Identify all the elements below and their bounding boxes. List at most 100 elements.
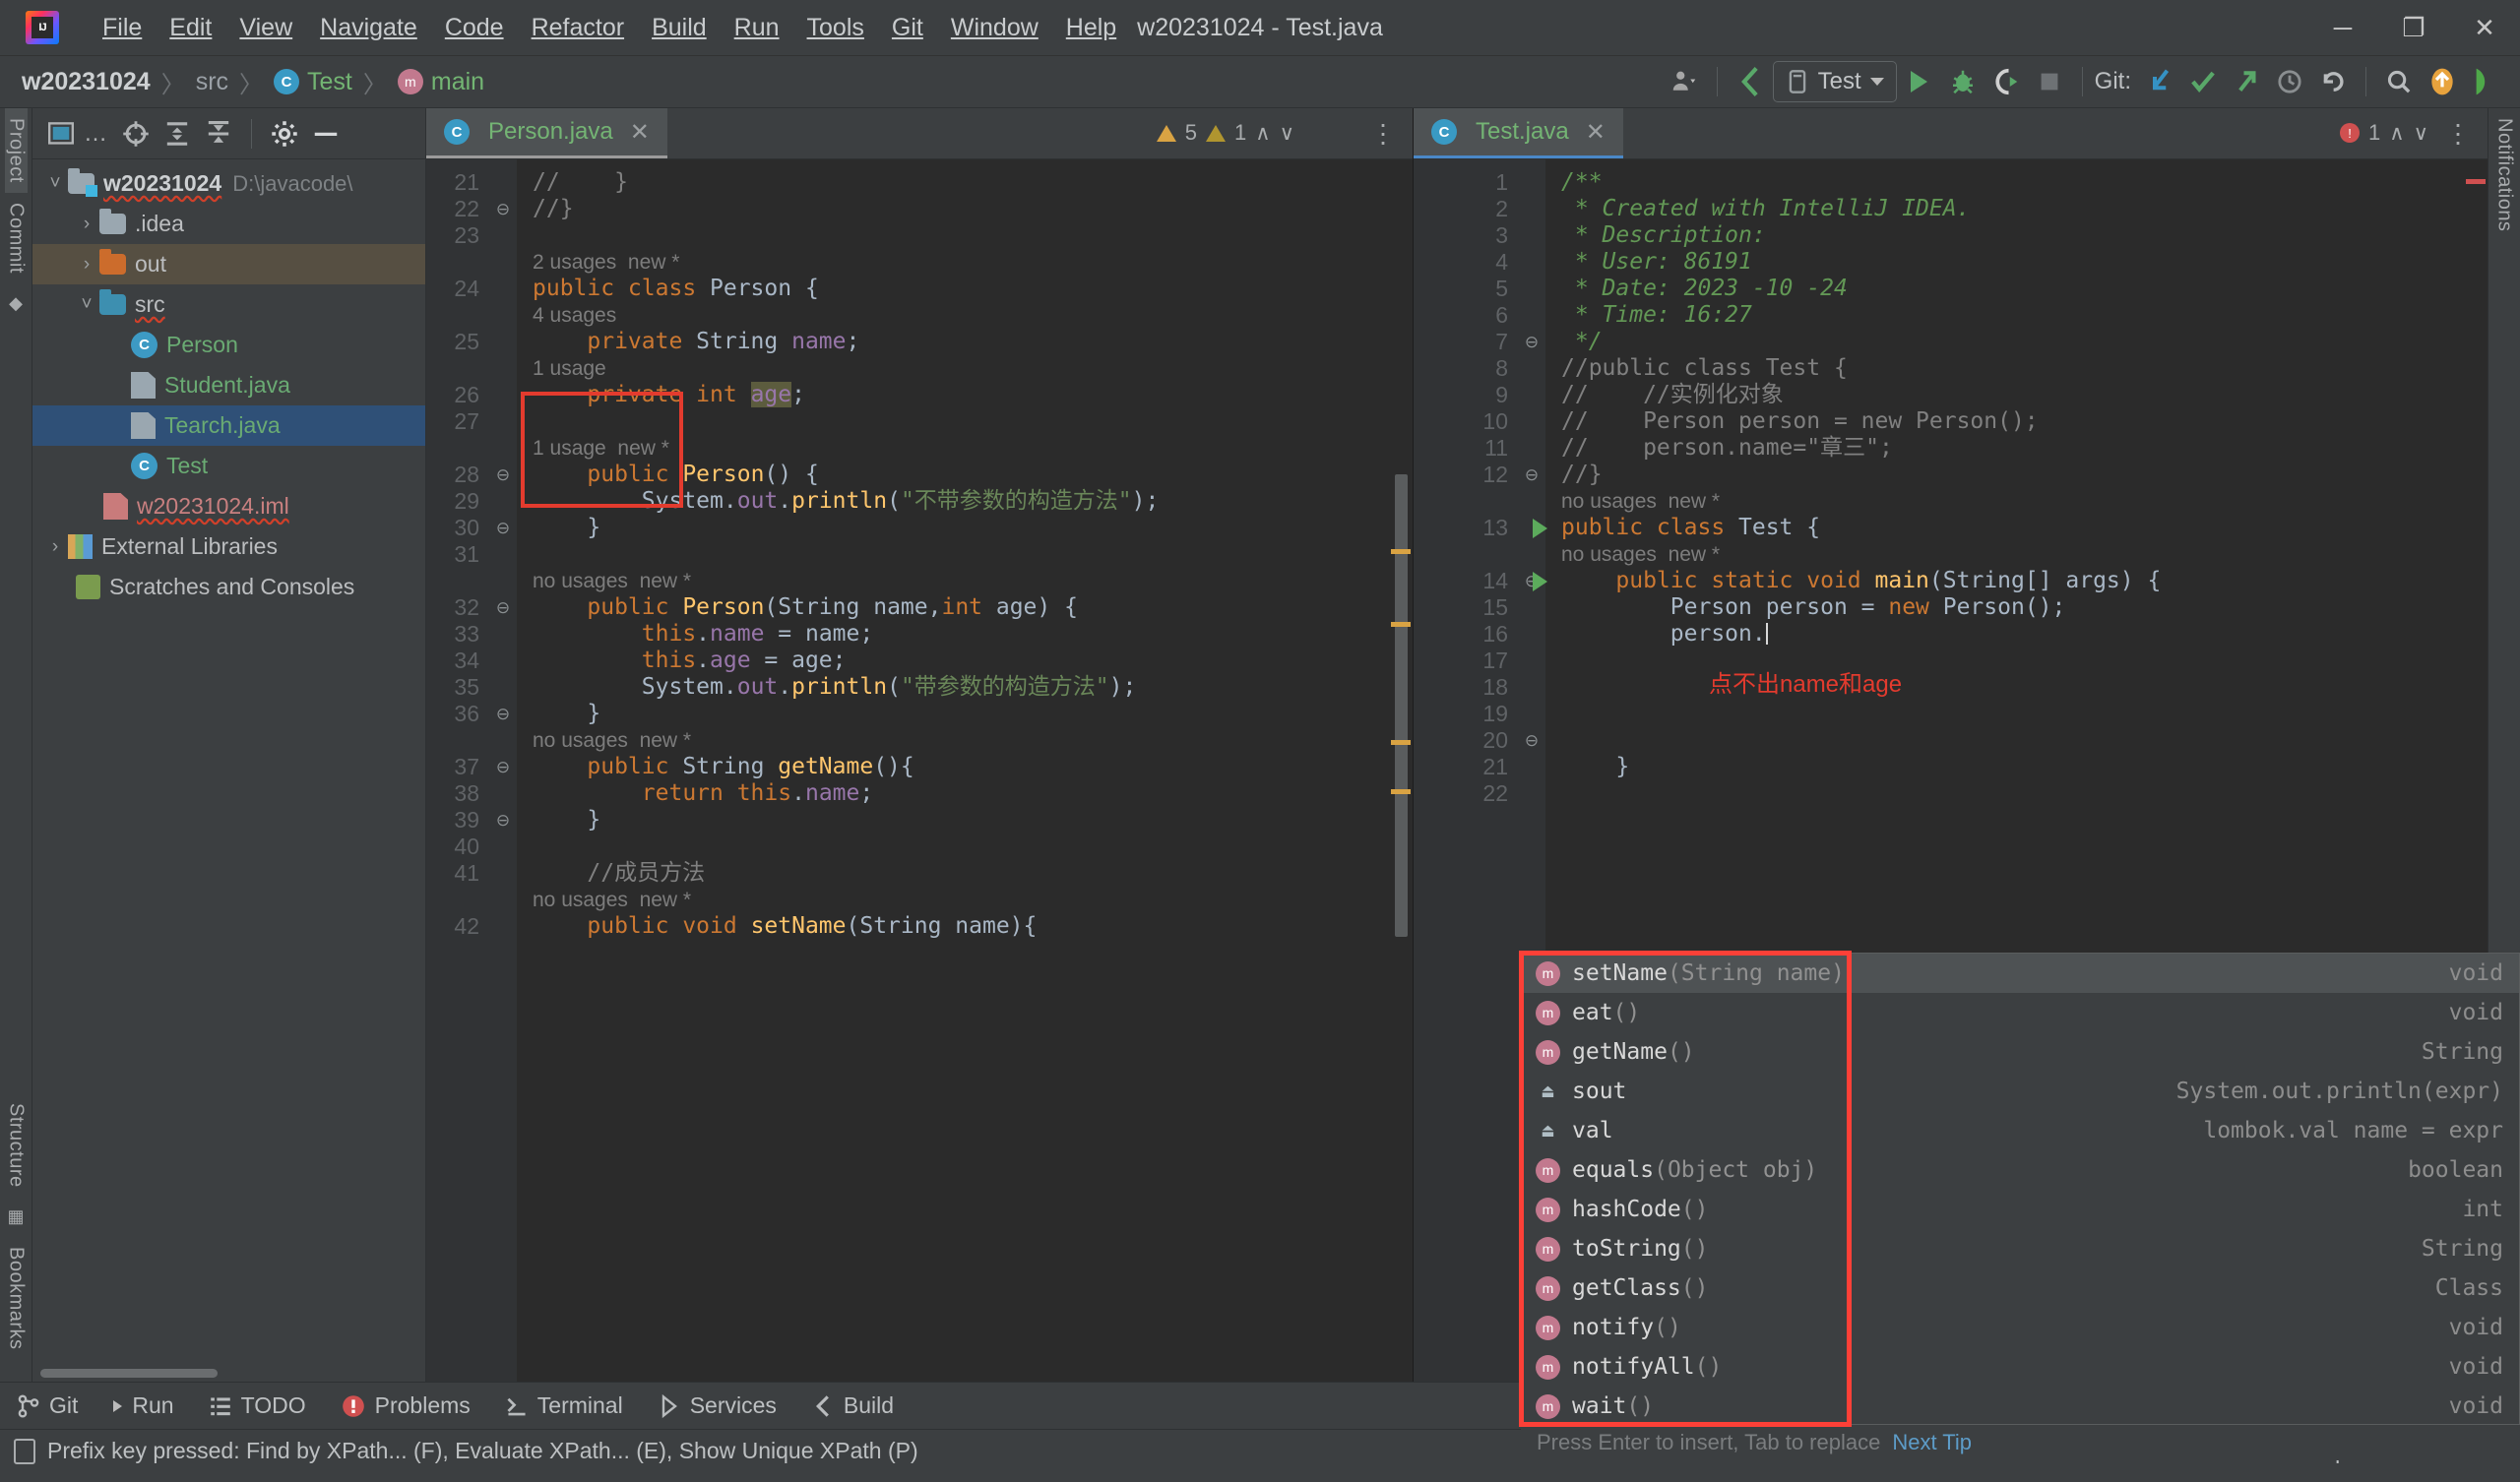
close-icon[interactable]: ✕ <box>1586 118 1606 147</box>
completion-item[interactable]: m toString() String <box>1522 1229 2519 1268</box>
completion-item[interactable]: m eat() void <box>1522 993 2519 1032</box>
locate-icon[interactable] <box>117 115 155 153</box>
tree-node-src[interactable]: ˅ src <box>32 284 425 325</box>
tree-node-idea[interactable]: › .idea <box>32 204 425 244</box>
toolwindow-terminal[interactable]: Terminal <box>488 1383 641 1430</box>
code-completion-popup[interactable]: m setName (String name) void m eat() void m getN… <box>1521 953 2520 1425</box>
toolwindow-build[interactable]: Build <box>794 1383 912 1430</box>
menu-run[interactable]: Run <box>721 10 793 46</box>
tab-person-java[interactable]: C Person.java ✕ <box>426 108 667 158</box>
chevron-right-icon[interactable]: › <box>74 214 99 235</box>
tree-node-tearch[interactable]: Tearch.java <box>32 405 425 446</box>
menu-git[interactable]: Git <box>878 10 937 46</box>
completion-item[interactable]: m wait() void <box>1522 1387 2519 1424</box>
pull-requests-icon[interactable]: ◆ <box>9 293 23 314</box>
chevron-down-icon[interactable]: ˅ <box>42 173 68 195</box>
git-commit-icon[interactable] <box>2182 61 2224 102</box>
tab-test-java[interactable]: C Test.java ✕ <box>1414 108 1623 158</box>
toolwindow-problems[interactable]: Problems <box>324 1383 488 1430</box>
project-view-icon[interactable] <box>42 115 80 153</box>
menu-view[interactable]: View <box>225 10 306 46</box>
toolwindow-todo[interactable]: TODO <box>192 1383 324 1430</box>
close-icon[interactable]: ✕ <box>2449 0 2520 56</box>
breadcrumb-project[interactable]: w20231024 <box>22 68 151 96</box>
inspection-widget-right[interactable]: ! 1 ∧ ∨ <box>2340 120 2428 146</box>
toolwindow-services[interactable]: Services <box>641 1383 794 1430</box>
git-push-icon[interactable] <box>2226 61 2267 102</box>
menu-build[interactable]: Build <box>638 10 721 46</box>
fold-marker[interactable]: ⊖ <box>489 807 517 834</box>
completion-item[interactable]: m notifyAll() void <box>1522 1347 2519 1387</box>
hide-panel-icon[interactable] <box>307 115 345 153</box>
chevron-right-icon[interactable]: › <box>74 254 99 276</box>
tree-node-scratches[interactable]: Scratches and Consoles <box>32 567 425 607</box>
completion-item[interactable]: m equals (Object obj) boolean <box>1522 1150 2519 1190</box>
debug-button[interactable] <box>1942 61 1984 102</box>
editor-scrollbar-left[interactable] <box>1389 159 1413 1382</box>
fold-marker[interactable]: ⊖ <box>489 594 517 621</box>
sidebar-item-notifications[interactable]: Notifications <box>2493 108 2516 241</box>
fold-marker[interactable]: ⊖ <box>1518 727 1545 754</box>
menu-help[interactable]: Help <box>1052 10 1130 46</box>
fold-marker[interactable]: ⊖ <box>1518 462 1545 488</box>
collapse-all-icon[interactable] <box>200 115 237 153</box>
maximize-icon[interactable]: ❐ <box>2378 0 2449 56</box>
code-view-left[interactable]: 21 22 23 24 25 26 27 28 29 30 31 32 33 34 35 36 37 38 39 40… <box>426 159 1413 1382</box>
sidebar-item-commit[interactable]: Commit <box>5 193 28 283</box>
coverage-button[interactable] <box>1985 61 2027 102</box>
tree-node-out[interactable]: › out <box>32 244 425 284</box>
back-arrow-icon[interactable] <box>1730 61 1771 102</box>
fold-marker[interactable]: ⊖ <box>489 754 517 780</box>
project-view-dropdown[interactable]: … <box>84 120 107 148</box>
fold-marker[interactable]: ⊖ <box>1518 329 1545 355</box>
completion-item[interactable]: m getClass() Class <box>1522 1268 2519 1308</box>
tree-node-test[interactable]: C Test <box>32 446 425 486</box>
user-icon[interactable] <box>1664 61 1705 102</box>
run-button[interactable] <box>1899 61 1940 102</box>
next-tip-link[interactable]: Next Tip <box>1892 1430 1972 1455</box>
updates-icon[interactable] <box>2422 61 2463 102</box>
breadcrumb-test[interactable]: C Test <box>274 68 352 96</box>
close-icon[interactable]: ✕ <box>630 118 650 147</box>
inspection-widget-left[interactable]: 5 1 ∧ ∨ <box>1156 120 1294 146</box>
fold-marker[interactable]: ⊖ <box>489 701 517 727</box>
run-configuration-selector[interactable]: Test <box>1772 61 1897 102</box>
rollback-icon[interactable] <box>2312 61 2354 102</box>
toolwindow-run[interactable]: Run <box>95 1383 191 1430</box>
chevron-down-icon[interactable]: ˅ <box>74 294 99 316</box>
sidebar-item-structure[interactable]: Structure <box>5 1093 28 1198</box>
expand-all-icon[interactable] <box>158 115 196 153</box>
editor-options-icon[interactable]: ⋮ <box>2445 118 2472 149</box>
menu-code[interactable]: Code <box>431 10 518 46</box>
sidebar-item-project[interactable]: Project <box>4 108 28 193</box>
completion-item[interactable]: m notify() void <box>1522 1308 2519 1347</box>
next-problem-icon[interactable]: ∨ <box>1280 121 1294 146</box>
sidebar-item-bookmarks[interactable]: Bookmarks <box>5 1237 28 1360</box>
next-problem-icon[interactable]: ∨ <box>2414 121 2428 146</box>
tree-horizontal-scrollbar[interactable] <box>40 1369 218 1378</box>
completion-item[interactable]: m hashCode() int <box>1522 1190 2519 1229</box>
toolwindow-git[interactable]: Git <box>0 1383 95 1430</box>
editor-options-icon[interactable]: ⋮ <box>1370 118 1397 149</box>
breadcrumb-main[interactable]: m main <box>397 68 484 96</box>
fold-marker[interactable]: ⊖ <box>489 515 517 541</box>
menu-refactor[interactable]: Refactor <box>518 10 638 46</box>
completion-item[interactable]: m setName (String name) void <box>1522 954 2519 993</box>
breadcrumb-src[interactable]: src <box>196 68 228 96</box>
menu-tools[interactable]: Tools <box>793 10 878 46</box>
tree-node-iml[interactable]: w20231024.iml <box>32 486 425 526</box>
tree-node-person[interactable]: C Person <box>32 325 425 365</box>
fold-column-left[interactable]: ⊖ ⊖ ⊖ ⊖ ⊖ ⊖ ⊖ <box>489 159 517 1382</box>
minimize-icon[interactable]: ─ <box>2307 0 2378 56</box>
menu-edit[interactable]: Edit <box>156 10 225 46</box>
completion-item[interactable]: m getName() String <box>1522 1032 2519 1072</box>
search-icon[interactable] <box>2378 61 2420 102</box>
stop-button[interactable] <box>2029 61 2070 102</box>
completion-item[interactable]: ⏏ sout System.out.println(expr) <box>1522 1072 2519 1111</box>
menu-navigate[interactable]: Navigate <box>306 10 431 46</box>
prev-problem-icon[interactable]: ∧ <box>1255 121 1270 146</box>
completion-item[interactable]: ⏏ val lombok.val name = expr <box>1522 1111 2519 1150</box>
ai-assistant-icon[interactable] <box>2465 61 2506 102</box>
code-text-left[interactable]: // }//} 2 usages new * public class Person… <box>517 159 1413 1382</box>
menu-file[interactable]: File <box>89 10 156 46</box>
